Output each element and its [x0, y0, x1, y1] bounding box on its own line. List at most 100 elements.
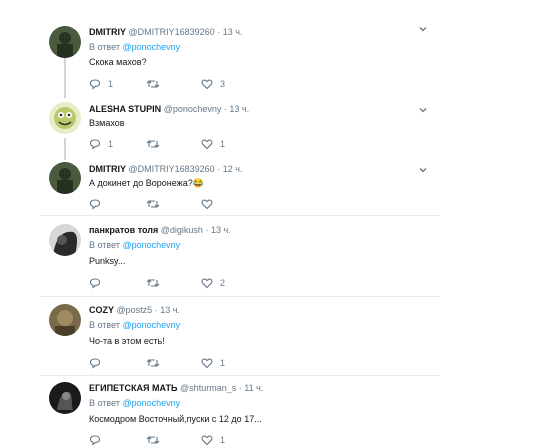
- heart-icon: [201, 139, 213, 150]
- retweet-icon: [146, 436, 160, 444]
- avatar[interactable]: [49, 26, 81, 58]
- user-handle[interactable]: @digikush: [161, 225, 203, 235]
- separator-dot: ·: [154, 305, 158, 315]
- tweet-header: COZY @postz5 · 13 ч.: [89, 304, 180, 316]
- reply-icon: [89, 139, 101, 150]
- tweet-header: ALESHA STUPIN @ponochevny · 13 ч.: [89, 103, 249, 115]
- tweet[interactable]: ЕГИПЕТСКАЯ МАТЬ @shturman_s · 11 ч. В от…: [40, 378, 440, 448]
- user-handle[interactable]: @ponochevny: [164, 104, 222, 114]
- like-count: 3: [220, 79, 226, 89]
- user-handle[interactable]: @DMITRIY16839260: [129, 164, 215, 174]
- divider: [40, 375, 440, 376]
- retweet-button[interactable]: [146, 77, 167, 91]
- retweet-button[interactable]: [146, 197, 167, 211]
- reply-mention[interactable]: @ponochevny: [122, 320, 180, 330]
- display-name[interactable]: COZY: [89, 305, 114, 315]
- tweet[interactable]: DMITRIY @DMITRIY16839260 · 13 ч. В ответ…: [40, 22, 440, 94]
- retweet-button[interactable]: [146, 433, 167, 447]
- separator-dot: ·: [223, 104, 227, 114]
- like-count: 2: [220, 278, 226, 288]
- timestamp[interactable]: 12 ч.: [223, 164, 243, 174]
- display-name[interactable]: ЕГИПЕТСКАЯ МАТЬ: [89, 383, 178, 393]
- like-button[interactable]: 1: [201, 137, 225, 151]
- retweet-icon: [146, 140, 160, 148]
- like-button[interactable]: 1: [201, 356, 225, 370]
- avatar[interactable]: [49, 102, 81, 134]
- retweet-icon: [146, 279, 160, 287]
- reply-prefix: В ответ: [89, 42, 120, 52]
- reply-button[interactable]: 1: [89, 137, 113, 151]
- like-count: 1: [220, 358, 226, 368]
- emoji: 😂: [192, 178, 204, 188]
- tweet-header: DMITRIY @DMITRIY16839260 · 13 ч.: [89, 26, 242, 38]
- user-handle[interactable]: @postz5: [117, 305, 153, 315]
- tweet-actions: [89, 197, 289, 211]
- reply-button[interactable]: [89, 197, 108, 211]
- user-handle[interactable]: @DMITRIY16839260: [129, 27, 215, 37]
- tweet-header: панкратов толя @digikush · 13 ч.: [89, 224, 231, 236]
- avatar[interactable]: [49, 162, 81, 194]
- reply-button[interactable]: [89, 276, 108, 290]
- divider: [40, 215, 440, 216]
- reply-icon: [89, 199, 101, 210]
- reply-mention[interactable]: @ponochevny: [122, 240, 180, 250]
- display-name[interactable]: панкратов толя: [89, 225, 158, 235]
- reply-context: В ответ @ponochevny: [89, 397, 180, 409]
- reply-button[interactable]: [89, 356, 108, 370]
- timestamp[interactable]: 13 ч.: [229, 104, 249, 114]
- reply-mention[interactable]: @ponochevny: [122, 42, 180, 52]
- display-name[interactable]: ALESHA STUPIN: [89, 104, 161, 114]
- retweet-button[interactable]: [146, 356, 167, 370]
- tweet-actions: 1 1: [89, 137, 289, 151]
- tweet[interactable]: ALESHA STUPIN @ponochevny · 13 ч. Взмахо…: [40, 100, 440, 152]
- tweet-text: Космодром Восточный,пуски с 12 до 17...: [89, 414, 262, 424]
- separator-dot: ·: [238, 383, 242, 393]
- retweet-icon: [146, 80, 160, 88]
- timestamp[interactable]: 13 ч.: [223, 27, 243, 37]
- tweet-header: ЕГИПЕТСКАЯ МАТЬ @shturman_s · 11 ч.: [89, 382, 263, 394]
- separator-dot: ·: [205, 225, 209, 235]
- tweet[interactable]: DMITRIY @DMITRIY16839260 · 12 ч. А докин…: [40, 160, 440, 212]
- tweet-actions: 1: [89, 356, 289, 370]
- avatar[interactable]: [49, 224, 81, 256]
- display-name[interactable]: DMITRIY: [89, 27, 126, 37]
- avatar[interactable]: [49, 382, 81, 414]
- tweet[interactable]: панкратов толя @digikush · 13 ч. В ответ…: [40, 220, 440, 294]
- like-count: 1: [220, 139, 226, 149]
- chevron-down-icon[interactable]: [417, 163, 429, 175]
- reply-icon: [89, 278, 101, 289]
- reply-mention[interactable]: @ponochevny: [122, 398, 180, 408]
- heart-icon: [201, 79, 213, 90]
- tweet-header: DMITRIY @DMITRIY16839260 · 12 ч.: [89, 163, 242, 175]
- tweet-text-line: А докинет до Воронежа?😂: [89, 177, 204, 189]
- reply-icon: [89, 79, 101, 90]
- heart-icon: [201, 278, 213, 289]
- like-button[interactable]: 2: [201, 276, 225, 290]
- reply-button[interactable]: 1: [89, 77, 113, 91]
- reply-prefix: В ответ: [89, 240, 120, 250]
- user-handle[interactable]: @shturman_s: [180, 383, 236, 393]
- reply-prefix: В ответ: [89, 398, 120, 408]
- tweet-text: Punksy...: [89, 256, 126, 266]
- avatar[interactable]: [49, 304, 81, 336]
- retweet-button[interactable]: [146, 137, 167, 151]
- like-button[interactable]: 1: [201, 433, 225, 447]
- timestamp[interactable]: 11 ч.: [244, 383, 263, 393]
- chevron-down-icon[interactable]: [417, 22, 429, 34]
- chevron-down-icon[interactable]: [417, 103, 429, 115]
- display-name[interactable]: DMITRIY: [89, 164, 126, 174]
- separator-dot: ·: [217, 27, 221, 37]
- reply-button[interactable]: [89, 433, 108, 447]
- timestamp[interactable]: 13 ч.: [160, 305, 180, 315]
- retweet-icon: [146, 359, 160, 367]
- tweet[interactable]: COZY @postz5 · 13 ч. В ответ @ponochevny…: [40, 300, 440, 374]
- like-count: 1: [220, 435, 226, 445]
- like-button[interactable]: 3: [201, 77, 225, 91]
- reply-prefix: В ответ: [89, 320, 120, 330]
- retweet-button[interactable]: [146, 276, 167, 290]
- timestamp[interactable]: 13 ч.: [211, 225, 231, 235]
- separator-dot: ·: [217, 164, 221, 174]
- like-button[interactable]: [201, 197, 220, 211]
- tweet-text: Чо-та в этом есть!: [89, 336, 165, 346]
- reply-context: В ответ @ponochevny: [89, 319, 180, 331]
